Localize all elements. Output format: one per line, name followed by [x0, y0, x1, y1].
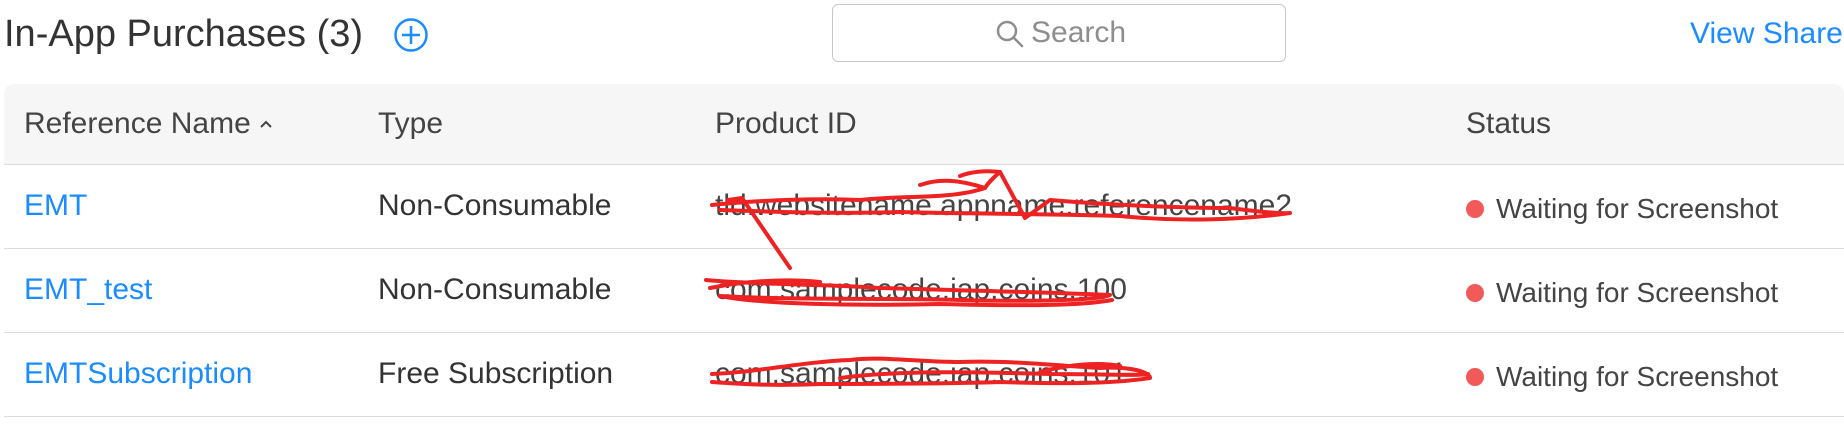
plus-circle-icon[interactable] [393, 17, 429, 53]
product-id-cell: tld.websitename.appname.referencename2 [715, 189, 1293, 222]
page-header: In-App Purchases (3) View Shared [0, 0, 1844, 72]
reference-name-link[interactable]: EMT_test [24, 272, 152, 308]
search-input[interactable] [1031, 15, 1271, 51]
reference-name-link[interactable]: EMT [24, 188, 87, 224]
column-header-product-id[interactable]: Product ID [715, 106, 857, 142]
reference-name-link[interactable]: EMTSubscription [24, 356, 252, 392]
type-cell: Non-Consumable [378, 273, 612, 306]
column-header-status[interactable]: Status [1466, 106, 1551, 142]
status-dot-icon [1466, 368, 1484, 386]
search-box[interactable] [832, 4, 1286, 62]
status-text: Waiting for Screenshot [1496, 193, 1779, 224]
page-title: In-App Purchases (3) [4, 13, 364, 55]
status-dot-icon [1466, 200, 1484, 218]
table-row[interactable]: EMT Non-Consumable tld.websitename.appna… [4, 165, 1844, 249]
status-cell: Waiting for Screenshot [1466, 191, 1778, 227]
column-header-reference-name[interactable]: Reference Name [24, 106, 273, 142]
type-cell: Free Subscription [378, 357, 614, 390]
table-header: Reference Name Type Product ID Status [4, 84, 1844, 165]
view-shared-link[interactable]: View Shared [1690, 14, 1844, 54]
status-text: Waiting for Screenshot [1496, 361, 1779, 392]
chevron-up-icon [260, 120, 272, 128]
status-text: Waiting for Screenshot [1496, 277, 1779, 308]
status-cell: Waiting for Screenshot [1466, 275, 1778, 311]
table-row[interactable]: EMT_test Non-Consumable com.samplecode.i… [4, 249, 1844, 333]
type-cell: Non-Consumable [378, 189, 612, 222]
column-header-type[interactable]: Type [378, 106, 443, 142]
in-app-purchases-table: Reference Name Type Product ID Status EM… [4, 84, 1844, 417]
table-row[interactable]: EMTSubscription Free Subscription com.sa… [4, 333, 1844, 417]
status-dot-icon [1466, 284, 1484, 302]
product-id-cell: com.samplecode.iap.coins.101 [715, 357, 1127, 390]
product-id-cell: com.samplecode.iap.coins.100 [715, 273, 1127, 306]
status-cell: Waiting for Screenshot [1466, 359, 1778, 395]
search-icon [996, 20, 1024, 48]
column-header-label: Reference Name [24, 107, 251, 140]
